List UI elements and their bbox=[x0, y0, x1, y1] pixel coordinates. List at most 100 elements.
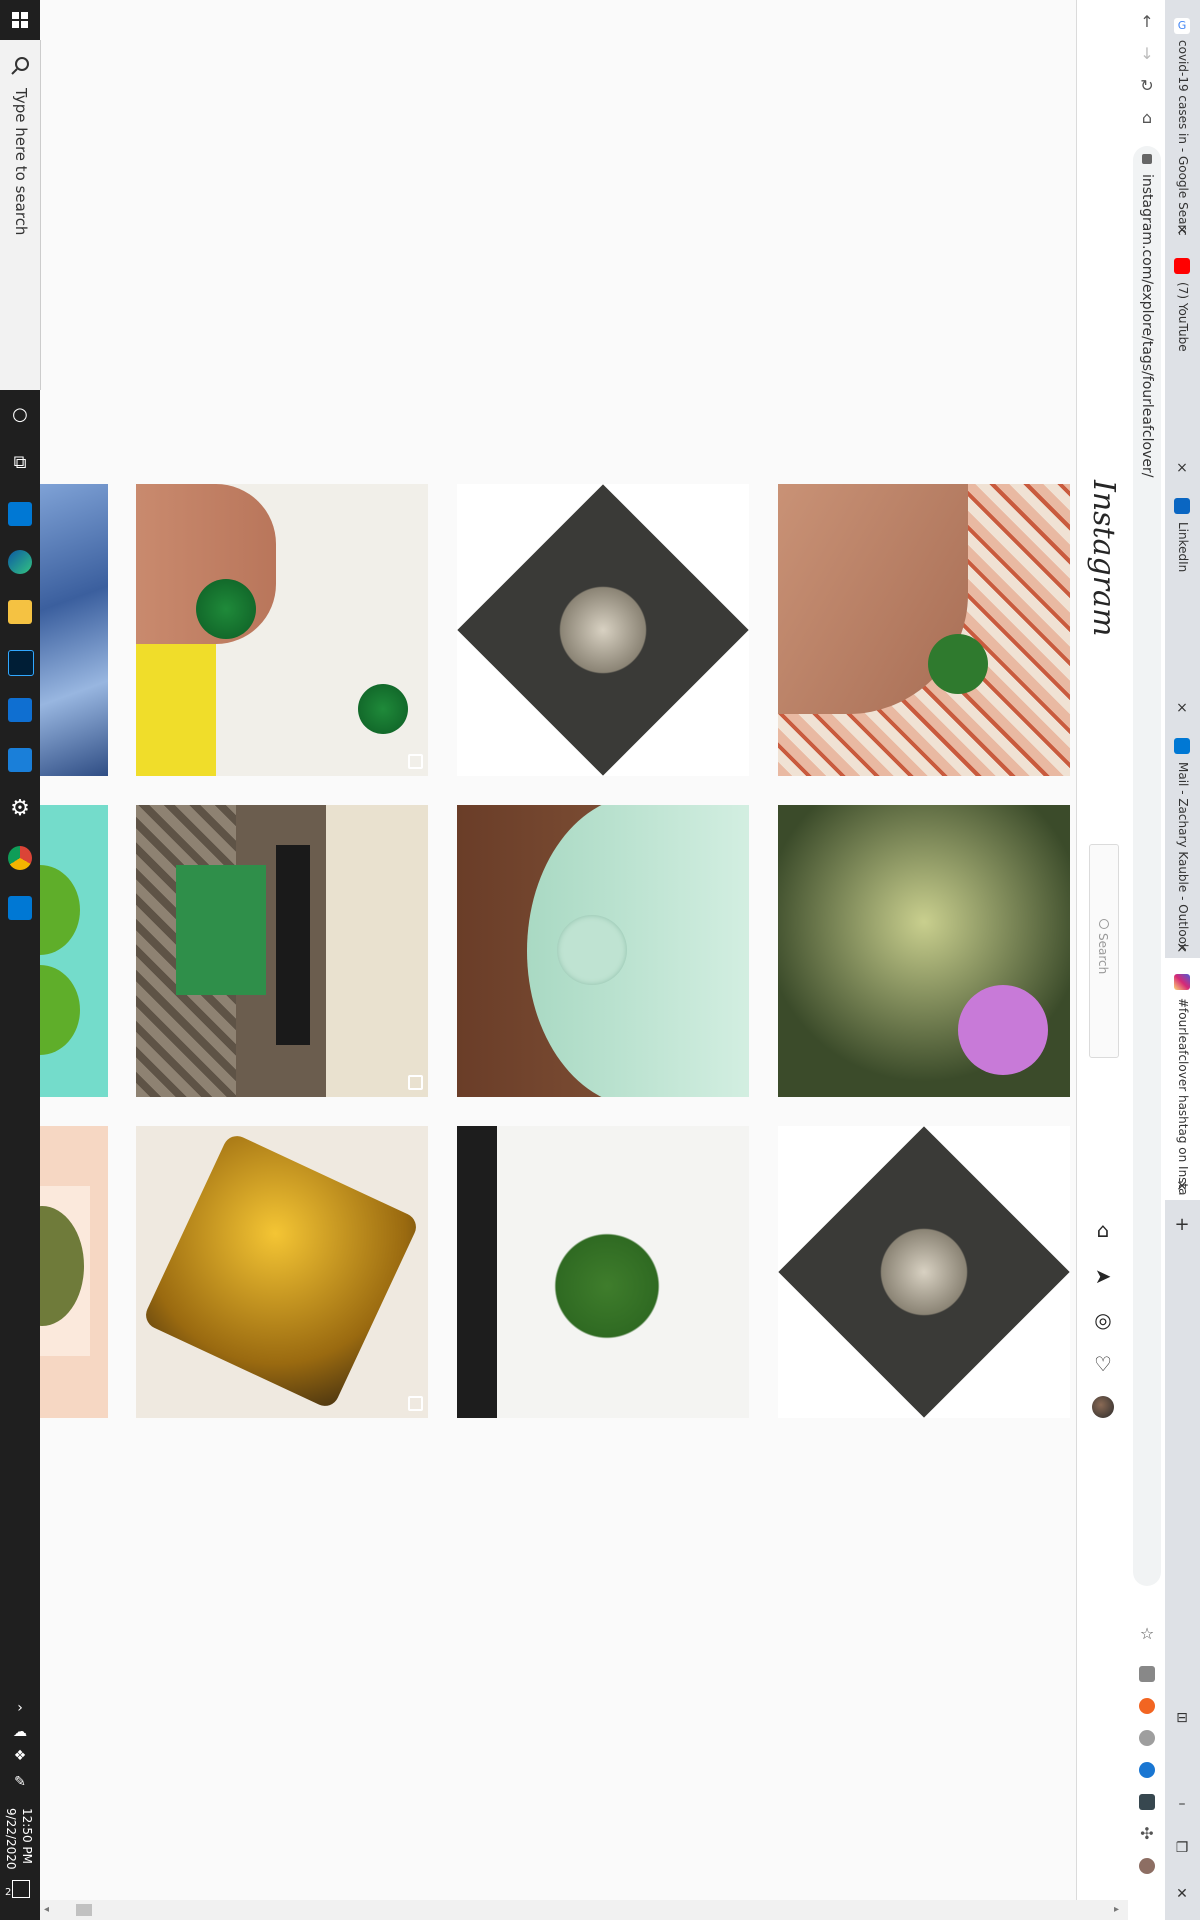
grid-tile[interactable] bbox=[457, 805, 749, 1097]
multiple-photos-icon bbox=[408, 754, 423, 769]
multiple-photos-icon bbox=[408, 1075, 423, 1090]
search-icon bbox=[11, 57, 29, 75]
chevron-up-icon[interactable]: › bbox=[0, 1700, 40, 1716]
home-icon[interactable]: ⌂ bbox=[1091, 1218, 1115, 1242]
extension-dark-icon[interactable] bbox=[1139, 1794, 1155, 1810]
browser-tab-strip: G covid-19 cases in - Google Searc × (7)… bbox=[1164, 0, 1200, 1920]
activity-heart-icon[interactable]: ♡ bbox=[1091, 1352, 1115, 1376]
settings-gear-icon[interactable]: ⚙ bbox=[0, 796, 40, 821]
extension-orange-icon[interactable] bbox=[1139, 1698, 1155, 1714]
instagram-search-input[interactable]: Search bbox=[1089, 844, 1119, 1058]
grid-tile[interactable] bbox=[457, 1126, 749, 1418]
start-button[interactable] bbox=[0, 0, 40, 40]
azure-icon[interactable] bbox=[8, 698, 32, 722]
profile-avatar[interactable] bbox=[1139, 1858, 1155, 1874]
url-text: instagram.com/explore/tags/fourleafclove… bbox=[1139, 174, 1155, 478]
grid-tile[interactable] bbox=[778, 805, 1070, 1097]
horizontal-scrollbar[interactable]: ◂ ▸ bbox=[40, 1900, 1128, 1920]
grid-tile[interactable] bbox=[136, 484, 428, 776]
search-placeholder: Search bbox=[1096, 933, 1110, 975]
extensions-puzzle-icon[interactable]: ✣ bbox=[1135, 1822, 1159, 1846]
grid-tile[interactable] bbox=[40, 805, 108, 1097]
file-explorer-icon[interactable] bbox=[8, 600, 32, 624]
clover-charm bbox=[196, 579, 256, 639]
clock-date[interactable]: 9/22/2020 bbox=[4, 1808, 18, 1870]
tab-close-icon[interactable]: × bbox=[1174, 460, 1190, 476]
taskbar-search-placeholder: Type here to search bbox=[12, 88, 30, 236]
leaf-shape bbox=[40, 865, 80, 955]
tab-close-icon[interactable]: × bbox=[1174, 1178, 1190, 1194]
tab-instagram[interactable]: #fourleafclover hashtag on Insta × bbox=[1164, 958, 1200, 1200]
notification-center-icon[interactable]: 2 bbox=[5, 1880, 30, 1898]
browser-toolbar: ↑ ↓ ↻ ⌂ instagram.com/explore/tags/fourl… bbox=[1128, 0, 1165, 1920]
instagram-logo[interactable]: Instagram bbox=[1086, 480, 1121, 636]
leaf-shape bbox=[40, 965, 80, 1055]
tab-search-icon[interactable]: ⊟ bbox=[1174, 1710, 1190, 1726]
search-icon bbox=[1099, 919, 1109, 929]
tab-title: covid-19 cases in - Google Searc bbox=[1176, 40, 1190, 236]
chrome-icon[interactable] bbox=[8, 846, 32, 870]
grid-tile[interactable] bbox=[778, 484, 1070, 776]
extension-g-icon[interactable] bbox=[1139, 1666, 1155, 1682]
explore-compass-icon[interactable]: ◎ bbox=[1091, 1308, 1115, 1332]
reload-icon[interactable]: ↻ bbox=[1135, 74, 1159, 98]
tab-title: #fourleafclover hashtag on Insta bbox=[1176, 998, 1190, 1196]
edge-icon[interactable] bbox=[8, 550, 32, 574]
tab-close-icon[interactable]: × bbox=[1174, 700, 1190, 716]
grid-tile[interactable] bbox=[136, 805, 428, 1097]
scrollbar-thumb[interactable] bbox=[76, 1904, 92, 1916]
direct-messages-icon[interactable]: ➤ bbox=[1091, 1264, 1115, 1288]
resin-cube bbox=[141, 1131, 421, 1411]
network-app-icon[interactable] bbox=[8, 748, 32, 772]
clock-time[interactable]: 12:50 PM bbox=[20, 1808, 34, 1864]
profile-avatar[interactable] bbox=[1092, 1396, 1114, 1418]
back-arrow-icon[interactable]: ↑ bbox=[1135, 10, 1159, 34]
bookmark-star-icon[interactable]: ☆ bbox=[1135, 1622, 1159, 1646]
address-bar[interactable]: instagram.com/explore/tags/fourleafclove… bbox=[1133, 146, 1161, 1586]
windows-taskbar: Type here to search ○ ⧉ ⚙ › ☁ ❖ ✎ 12:50 … bbox=[0, 0, 41, 1920]
instagram-header: Instagram Search ⌂ ➤ ◎ ♡ bbox=[1076, 0, 1129, 1920]
lock-icon bbox=[1142, 154, 1152, 164]
tab-close-icon[interactable]: × bbox=[1174, 222, 1190, 238]
task-view-icon[interactable]: ⧉ bbox=[0, 452, 40, 473]
extension-blue-icon[interactable] bbox=[1139, 1762, 1155, 1778]
pen-icon[interactable]: ✎ bbox=[0, 1774, 40, 1790]
tab-youtube[interactable]: (7) YouTube × bbox=[1164, 250, 1200, 476]
pressed-four-leaf-clover bbox=[547, 1226, 667, 1346]
remote-desktop-icon[interactable] bbox=[8, 896, 32, 920]
scroll-right-arrow-icon[interactable]: ▸ bbox=[1114, 1904, 1119, 1915]
dropbox-icon[interactable]: ❖ bbox=[0, 1748, 40, 1764]
pink-flowers bbox=[958, 985, 1048, 1075]
taskbar-search-box[interactable]: Type here to search bbox=[0, 40, 41, 390]
new-tab-icon[interactable]: + bbox=[1174, 1214, 1190, 1235]
restore-icon[interactable]: ❐ bbox=[1174, 1840, 1190, 1856]
scroll-left-arrow-icon[interactable]: ◂ bbox=[44, 1904, 49, 1915]
instagram-icon bbox=[1174, 974, 1190, 990]
window-close-icon[interactable]: ✕ bbox=[1174, 1886, 1190, 1902]
clover-charm bbox=[358, 684, 408, 734]
notification-count: 2 bbox=[5, 1887, 12, 1898]
home-icon[interactable]: ⌂ bbox=[1135, 106, 1159, 130]
grid-tile[interactable] bbox=[40, 484, 108, 776]
onedrive-icon[interactable]: ☁ bbox=[0, 1724, 40, 1740]
photoshop-icon[interactable] bbox=[8, 650, 34, 676]
tab-google-search[interactable]: G covid-19 cases in - Google Searc × bbox=[1164, 0, 1200, 240]
clover-emboss bbox=[557, 915, 627, 985]
minimize-icon[interactable]: – bbox=[1174, 1796, 1190, 1812]
store-icon[interactable] bbox=[8, 502, 32, 526]
tab-outlook[interactable]: Mail - Zachary Kauble - Outlook × bbox=[1164, 730, 1200, 956]
google-icon: G bbox=[1174, 18, 1190, 34]
forward-arrow-icon[interactable]: ↓ bbox=[1135, 42, 1159, 66]
extension-grey-icon[interactable] bbox=[1139, 1730, 1155, 1746]
tab-close-icon[interactable]: × bbox=[1174, 940, 1190, 956]
grid-tile[interactable] bbox=[778, 1126, 1070, 1418]
outlook-icon bbox=[1174, 738, 1190, 754]
grid-tile[interactable] bbox=[457, 484, 749, 776]
tab-linkedin[interactable]: LinkedIn × bbox=[1164, 490, 1200, 716]
clover-leaf bbox=[928, 634, 988, 694]
tab-title: LinkedIn bbox=[1176, 522, 1190, 573]
grid-tile[interactable] bbox=[136, 1126, 428, 1418]
youtube-icon bbox=[1174, 258, 1190, 274]
cortana-icon[interactable]: ○ bbox=[0, 404, 40, 425]
grid-tile[interactable] bbox=[40, 1126, 108, 1418]
